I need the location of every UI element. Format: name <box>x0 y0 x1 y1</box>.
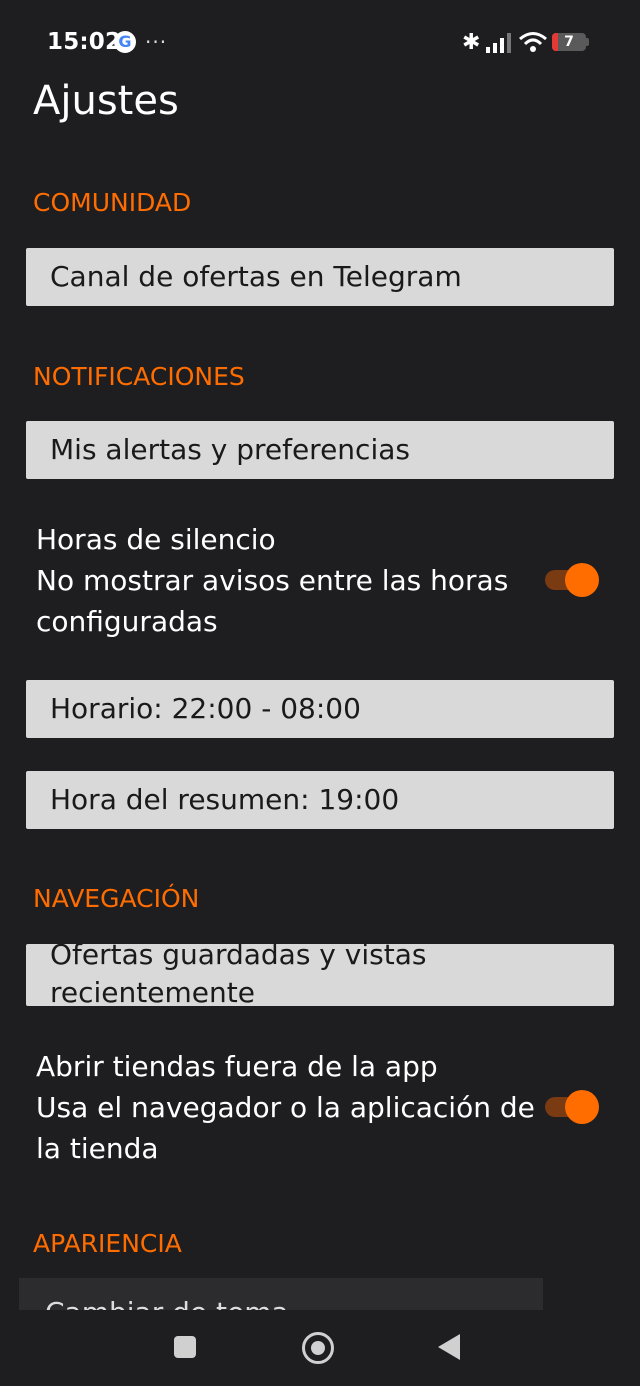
open-stores-setting[interactable]: Abrir tiendas fuera de la app Usa el nav… <box>36 1046 536 1169</box>
saved-offers-label: Ofertas guardadas y vistas recientemente <box>50 944 427 1006</box>
home-circle-icon[interactable] <box>302 1332 334 1364</box>
recents-square-icon[interactable] <box>174 1336 196 1358</box>
quiet-hours-title: Horas de silencio <box>36 523 276 556</box>
signal-icon <box>486 33 511 53</box>
more-icon: ··· <box>145 30 168 54</box>
bluetooth-icon: ✱ <box>462 30 481 55</box>
quiet-hours-setting[interactable]: Horas de silencio No mostrar avisos entr… <box>36 519 536 642</box>
saved-offers-button[interactable]: Ofertas guardadas y vistas recientemente <box>26 944 614 1006</box>
theme-button[interactable]: Cambiar de tema <box>19 1278 543 1310</box>
quiet-hours-toggle[interactable] <box>543 563 599 597</box>
page-title: Ajustes <box>33 78 179 124</box>
google-icon: G <box>114 31 136 53</box>
section-header-navigation: NAVEGACIÓN <box>33 884 200 913</box>
back-triangle-icon[interactable] <box>438 1334 460 1360</box>
telegram-channel-button[interactable]: Canal de ofertas en Telegram <box>26 248 614 306</box>
schedule-button[interactable]: Horario: 22:00 - 08:00 <box>26 680 614 738</box>
open-stores-title: Abrir tiendas fuera de la app <box>36 1050 438 1083</box>
theme-button-label: Cambiar de tema <box>45 1296 289 1310</box>
alerts-preferences-button[interactable]: Mis alertas y preferencias <box>26 421 614 479</box>
wifi-icon <box>519 32 547 52</box>
status-time: 15:02 <box>47 29 122 55</box>
open-stores-toggle[interactable] <box>543 1090 599 1124</box>
section-header-community: COMUNIDAD <box>33 188 192 217</box>
section-header-notifications: NOTIFICACIONES <box>33 362 245 391</box>
summary-time-button[interactable]: Hora del resumen: 19:00 <box>26 771 614 829</box>
battery-level: 7 <box>564 34 574 50</box>
battery-icon: 7 <box>552 33 589 51</box>
toggle-thumb <box>565 1090 599 1124</box>
section-header-appearance: APARIENCIA <box>33 1229 182 1258</box>
toggle-thumb <box>565 563 599 597</box>
system-nav-bar <box>0 1310 640 1386</box>
status-bar: 15:02 G ··· ✱ 7 <box>0 0 640 84</box>
quiet-hours-description: No mostrar avisos entre las horas config… <box>36 564 509 638</box>
open-stores-description: Usa el navegador o la aplicación de la t… <box>36 1091 535 1165</box>
